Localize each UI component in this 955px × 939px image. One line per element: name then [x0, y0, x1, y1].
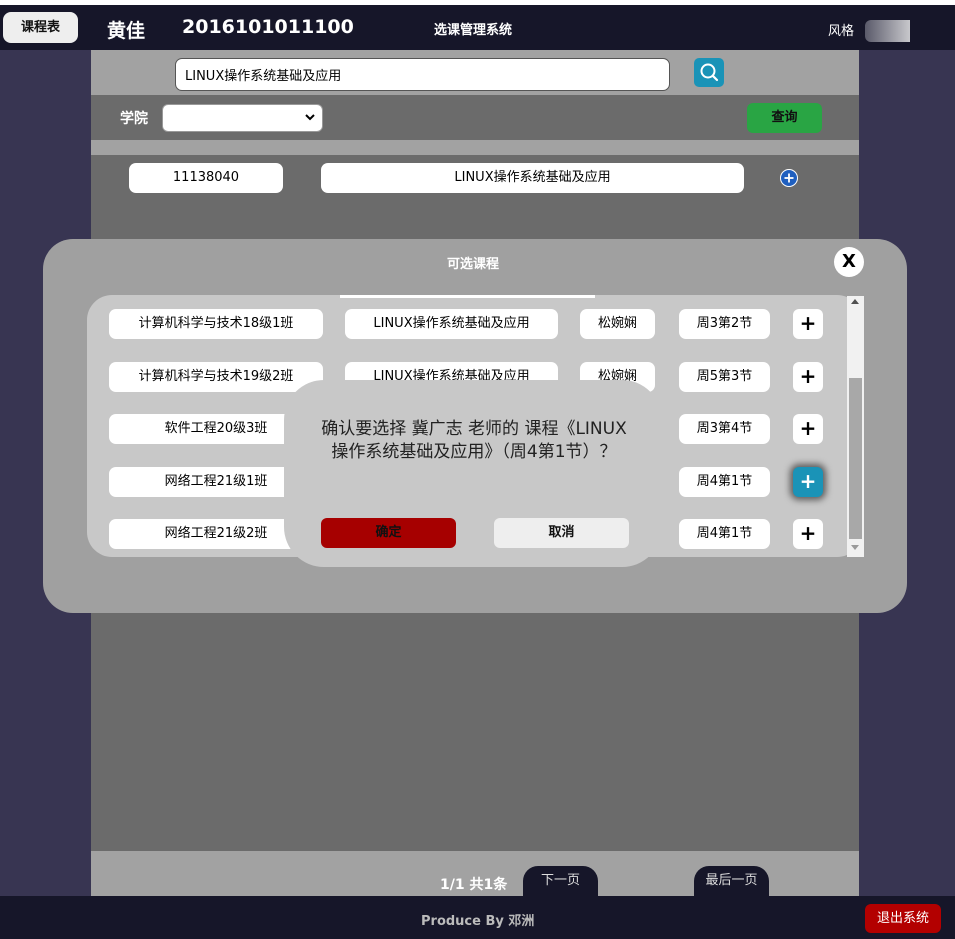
- search-icon: [700, 63, 719, 82]
- divider: [91, 140, 859, 155]
- row-add-button[interactable]: +: [793, 414, 823, 444]
- confirm-ok-button[interactable]: 确定: [321, 518, 456, 548]
- scroll-down-arrow-icon[interactable]: [851, 545, 859, 550]
- row-add-button[interactable]: +: [793, 467, 823, 497]
- footer-credit: Produce By 邓洲: [421, 914, 535, 929]
- logout-button[interactable]: 退出系统: [865, 904, 941, 933]
- row-time: 周4第1节: [679, 519, 770, 549]
- result-course-name: LINUX操作系统基础及应用: [321, 163, 744, 193]
- scroll-up-arrow-icon[interactable]: [851, 299, 859, 304]
- next-page-button[interactable]: 下一页: [523, 866, 598, 896]
- user-id: 2016101011100: [182, 16, 354, 38]
- row-class: 计算机科学与技术19级2班: [109, 362, 323, 392]
- style-label: 风格: [828, 24, 855, 39]
- query-button[interactable]: 查询: [747, 103, 822, 133]
- chevron-down-icon: [305, 114, 315, 121]
- result-course-id: 11138040: [129, 163, 283, 193]
- row-course: LINUX操作系统基础及应用: [345, 309, 558, 339]
- confirm-message: 确认要选择 冀广志 老师的 课程《LINUX操作系统基础及应用》（周4第1节）？: [321, 419, 627, 462]
- system-title: 选课管理系统: [434, 23, 513, 38]
- row-time: 周5第3节: [679, 362, 770, 392]
- college-select[interactable]: [162, 104, 323, 132]
- row-time: 周4第1节: [679, 467, 770, 497]
- row-add-button[interactable]: +: [793, 309, 823, 339]
- search-button[interactable]: [694, 58, 724, 87]
- modal-title: 可选课程: [447, 257, 500, 272]
- row-class: 计算机科学与技术18级1班: [109, 309, 323, 339]
- college-label: 学院: [120, 111, 148, 127]
- row-add-button[interactable]: +: [793, 362, 823, 392]
- top-bar: 课程表 黄佳 2016101011100 选课管理系统 风格: [0, 5, 955, 50]
- confirm-cancel-button[interactable]: 取消: [494, 518, 629, 548]
- row-time: 周3第2节: [679, 309, 770, 339]
- list-top-edge: [340, 295, 595, 298]
- scrollbar-thumb[interactable]: [849, 378, 862, 539]
- page-info: 1/1 共1条: [440, 877, 508, 893]
- search-input[interactable]: [175, 58, 670, 91]
- result-add-button[interactable]: [780, 169, 798, 187]
- row-time: 周3第4节: [679, 414, 770, 444]
- last-page-button[interactable]: 最后一页: [694, 866, 769, 896]
- modal-close-button[interactable]: X: [834, 247, 864, 277]
- user-name: 黄佳: [107, 20, 146, 42]
- row-add-button[interactable]: +: [793, 519, 823, 549]
- schedule-button[interactable]: 课程表: [3, 12, 78, 43]
- style-switcher[interactable]: [865, 20, 910, 42]
- row-teacher: 松婉娴: [580, 309, 655, 339]
- plus-icon: [784, 173, 794, 183]
